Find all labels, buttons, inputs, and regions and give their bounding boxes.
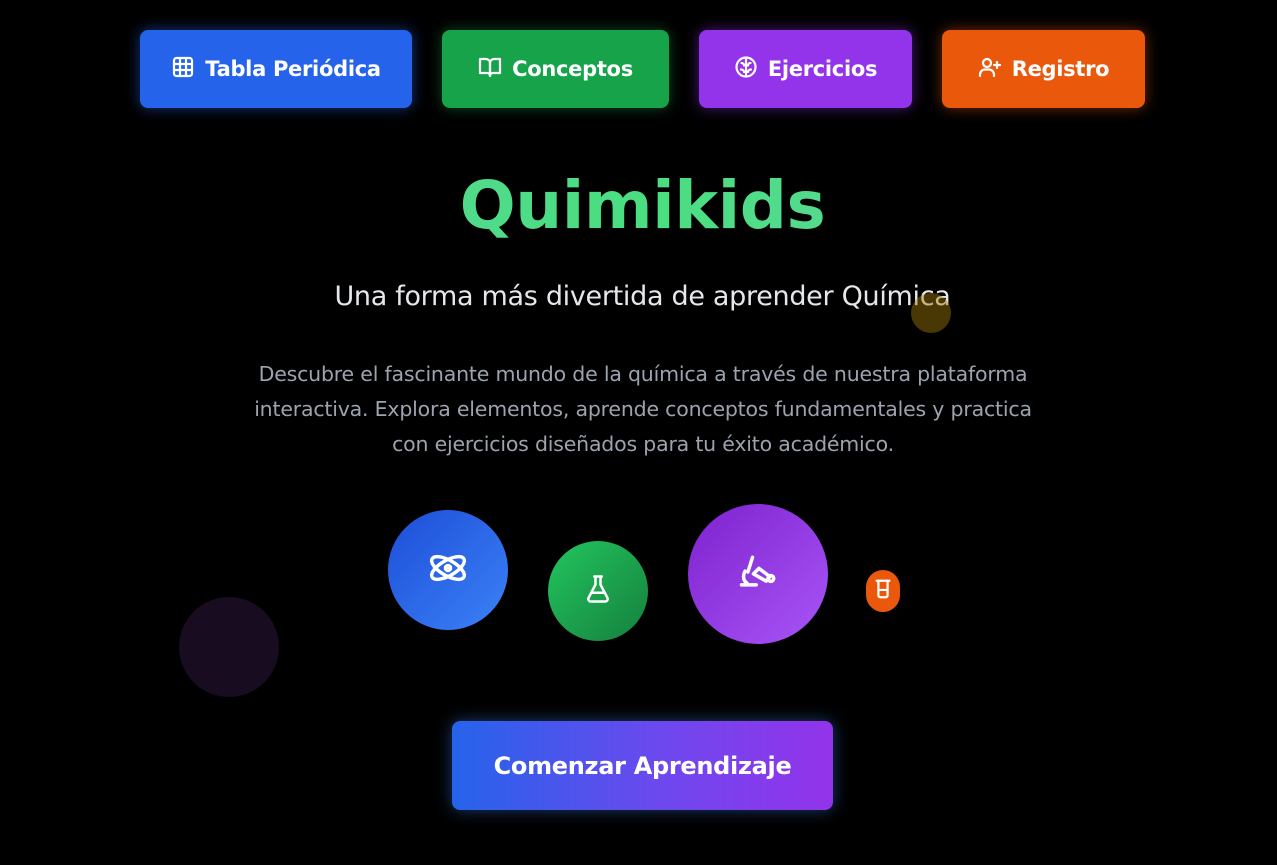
brain-icon [734, 55, 758, 84]
atom-icon [426, 546, 470, 594]
beaker-icon [872, 576, 894, 606]
nav-label: Conceptos [512, 57, 633, 81]
microscope-icon [736, 550, 780, 598]
flask-circle [548, 541, 648, 641]
atom-circle [388, 510, 508, 630]
page-subtitle: Una forma más divertida de aprender Quím… [334, 281, 951, 312]
nav-ejercicios-button[interactable]: Ejercicios [699, 30, 912, 108]
cta-label: Comenzar Aprendizaje [493, 751, 792, 780]
user-plus-icon [978, 55, 1002, 84]
decorative-bubble [911, 293, 951, 333]
nav-registro-button[interactable]: Registro [942, 30, 1145, 108]
nav-label: Registro [1011, 57, 1110, 81]
start-learning-button[interactable]: Comenzar Aprendizaje [452, 721, 833, 810]
landing-page: Tabla Periódica Conceptos Ejercicios Reg… [0, 0, 1277, 865]
page-title: Quimikids [0, 169, 1277, 243]
beaker-circle [866, 570, 900, 612]
grid-icon [171, 55, 195, 84]
decorative-bubble [179, 597, 279, 697]
page-description: Descubre el fascinante mundo de la quími… [254, 362, 1032, 456]
nav-label: Ejercicios [767, 57, 878, 81]
nav-label: Tabla Periódica [205, 57, 381, 81]
nav-tabla-periodica-button[interactable]: Tabla Periódica [140, 30, 412, 108]
flask-icon [583, 574, 613, 608]
microscope-circle [688, 504, 828, 644]
nav-conceptos-button[interactable]: Conceptos [442, 30, 669, 108]
book-open-icon [478, 55, 502, 84]
